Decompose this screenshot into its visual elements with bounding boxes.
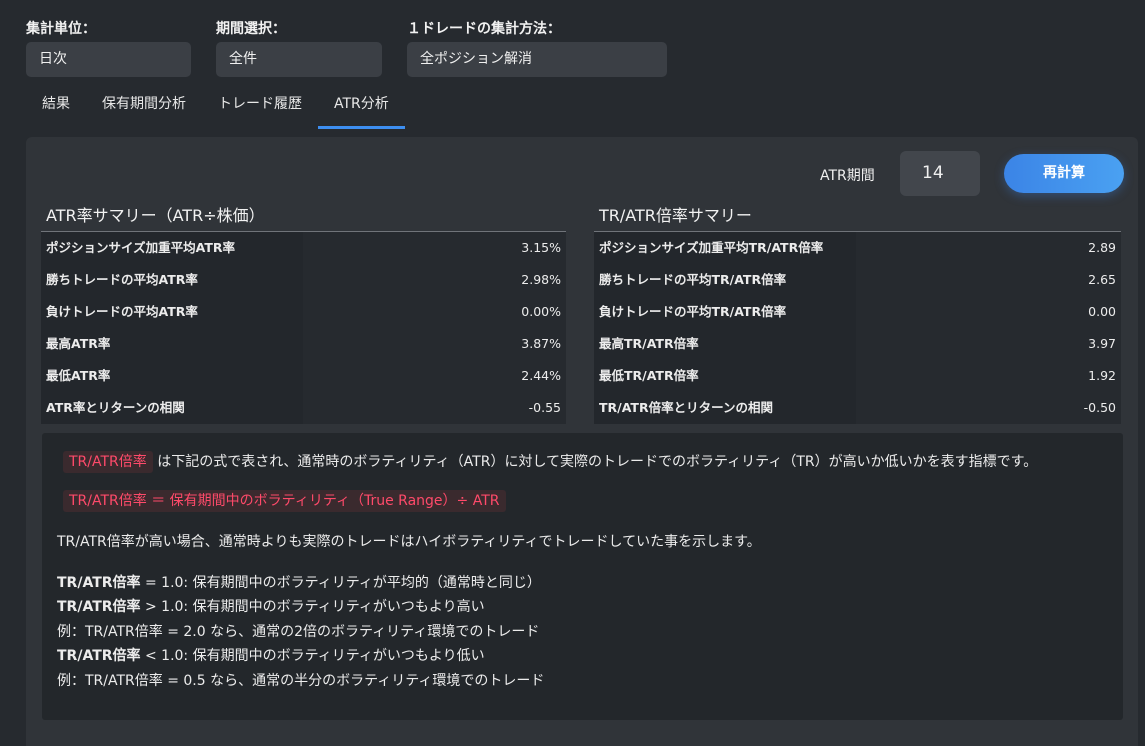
aggregation-unit-select[interactable]: 日次 [26, 42, 191, 77]
row-label: ポジションサイズ加重平均ATR率 [41, 232, 303, 264]
filter-aggregation-unit: 集計単位： 日次 [26, 18, 191, 77]
item-text: 例：TR/ATR倍率 = 0.5 なら、通常の半分のボラティリティ環境でのトレー… [57, 672, 545, 689]
table-row: TR/ATR倍率とリターンの相関 -0.50 [594, 392, 1121, 424]
item-bold: TR/ATR倍率 [57, 648, 141, 665]
list-item: TR/ATR倍率 < 1.0: 保有期間中のボラティリティがいつもより低い [57, 644, 544, 668]
row-label: 勝ちトレードの平均TR/ATR倍率 [594, 264, 856, 296]
filter-trade-method: １ドレードの集計方法： 全ポジション解消 [407, 18, 667, 77]
row-value: 3.97 [856, 328, 1121, 360]
recalculate-button[interactable]: 再計算 [1004, 154, 1124, 193]
row-label: 最低ATR率 [41, 360, 303, 392]
high-ratio-note: TR/ATR倍率が高い場合、通常時よりも実際のトレードはハイボラティリティでトレ… [57, 534, 761, 550]
row-value: 2.44% [303, 360, 566, 392]
item-text: 例：TR/ATR倍率 = 2.0 なら、通常の2倍のボラティリティ環境でのトレー… [57, 623, 540, 640]
list-item: 例：TR/ATR倍率 = 0.5 なら、通常の半分のボラティリティ環境でのトレー… [57, 669, 544, 693]
item-text: = 1.0: 保有期間中のボラティリティが平均的（通常時と同じ） [140, 575, 541, 591]
atr-rate-summary: ATR率サマリー（ATR÷株価） ポジションサイズ加重平均ATR率 3.15% 勝… [41, 203, 566, 424]
row-label: 負けトレードの平均ATR率 [41, 296, 303, 328]
table-row: ATR率とリターンの相関 -0.55 [41, 392, 566, 424]
row-value: 0.00% [303, 296, 566, 328]
filter-bar: 集計単位： 日次 期間選択： 全件 １ドレードの集計方法： 全ポジション解消 [26, 18, 692, 77]
table-row: 最低ATR率 2.44% [41, 360, 566, 392]
item-text: > 1.0: 保有期間中のボラティリティがいつもより高い [140, 599, 485, 616]
row-label: 最低TR/ATR倍率 [594, 360, 856, 392]
tab-results[interactable]: 結果 [26, 84, 86, 129]
row-value: 1.92 [856, 360, 1121, 392]
row-label: TR/ATR倍率とリターンの相関 [594, 392, 856, 424]
table-row: 最高ATR率 3.87% [41, 328, 566, 360]
filter-label: １ドレードの集計方法： [407, 21, 561, 37]
row-value: 2.89 [856, 232, 1121, 264]
definition-text: は下記の式で表され、通常時のボラティリティ（ATR）に対して実際のトレードでのボ… [157, 454, 1038, 470]
row-label: 負けトレードの平均TR/ATR倍率 [594, 296, 856, 328]
list-item: TR/ATR倍率 > 1.0: 保有期間中のボラティリティがいつもより高い [57, 595, 544, 619]
tr-atr-explanation: TR/ATR倍率 は下記の式で表され、通常時のボラティリティ（ATR）に対して実… [42, 433, 1123, 720]
summary-title: ATR率サマリー（ATR÷株価） [41, 203, 566, 232]
filter-label: 期間選択： [216, 21, 286, 37]
table-row: 最低TR/ATR倍率 1.92 [594, 360, 1121, 392]
period-select[interactable]: 全件 [216, 42, 382, 77]
tab-atr-analysis[interactable]: ATR分析 [318, 84, 405, 129]
tab-trade-history[interactable]: トレード履歴 [202, 84, 318, 129]
row-label: ATR率とリターンの相関 [41, 392, 303, 424]
row-value: 3.15% [303, 232, 566, 264]
row-value: 3.87% [303, 328, 566, 360]
list-item: TR/ATR倍率 = 1.0: 保有期間中のボラティリティが平均的（通常時と同じ… [57, 571, 544, 595]
filter-label: 集計単位： [26, 21, 96, 37]
summary-title: TR/ATR倍率サマリー [594, 203, 1121, 232]
table-row: 負けトレードの平均ATR率 0.00% [41, 296, 566, 328]
atr-analysis-panel: ATR期間 14 再計算 ATR率サマリー（ATR÷株価） ポジションサイズ加重… [26, 137, 1138, 746]
row-label: 最高ATR率 [41, 328, 303, 360]
table-row: ポジションサイズ加重平均ATR率 3.15% [41, 232, 566, 264]
tr-atr-summary: TR/ATR倍率サマリー ポジションサイズ加重平均TR/ATR倍率 2.89 勝ち… [594, 203, 1121, 424]
tab-bar: 結果 保有期間分析 トレード履歴 ATR分析 [26, 84, 405, 129]
row-value: -0.55 [303, 392, 566, 424]
row-label: 勝ちトレードの平均ATR率 [41, 264, 303, 296]
row-value: -0.50 [856, 392, 1121, 424]
row-value: 0.00 [856, 296, 1121, 328]
table-row: 負けトレードの平均TR/ATR倍率 0.00 [594, 296, 1121, 328]
row-label: ポジションサイズ加重平均TR/ATR倍率 [594, 232, 856, 264]
row-value: 2.98% [303, 264, 566, 296]
row-value: 2.65 [856, 264, 1121, 296]
atr-period-input[interactable]: 14 [900, 151, 980, 196]
table-row: 勝ちトレードの平均TR/ATR倍率 2.65 [594, 264, 1121, 296]
trade-method-select[interactable]: 全ポジション解消 [407, 42, 667, 77]
atr-period-label: ATR期間 [820, 168, 875, 184]
table-row: 勝ちトレードの平均ATR率 2.98% [41, 264, 566, 296]
formula-tag: TR/ATR倍率 ＝ 保有期間中のボラティリティ（True Range）÷ AT… [63, 490, 506, 512]
item-bold: TR/ATR倍率 [57, 575, 141, 591]
table-row: 最高TR/ATR倍率 3.97 [594, 328, 1121, 360]
tr-atr-tag: TR/ATR倍率 [63, 451, 153, 473]
definition-line: TR/ATR倍率 は下記の式で表され、通常時のボラティリティ（ATR）に対して実… [63, 451, 1038, 473]
filter-period: 期間選択： 全件 [216, 18, 382, 77]
list-item: 例：TR/ATR倍率 = 2.0 なら、通常の2倍のボラティリティ環境でのトレー… [57, 620, 544, 644]
tab-holding-period[interactable]: 保有期間分析 [86, 84, 202, 129]
ratio-interpretation-list: TR/ATR倍率 = 1.0: 保有期間中のボラティリティが平均的（通常時と同じ… [57, 571, 544, 693]
table-row: ポジションサイズ加重平均TR/ATR倍率 2.89 [594, 232, 1121, 264]
formula-line: TR/ATR倍率 ＝ 保有期間中のボラティリティ（True Range）÷ AT… [63, 490, 506, 512]
row-label: 最高TR/ATR倍率 [594, 328, 856, 360]
item-bold: TR/ATR倍率 [57, 599, 141, 616]
item-text: < 1.0: 保有期間中のボラティリティがいつもより低い [140, 648, 485, 665]
